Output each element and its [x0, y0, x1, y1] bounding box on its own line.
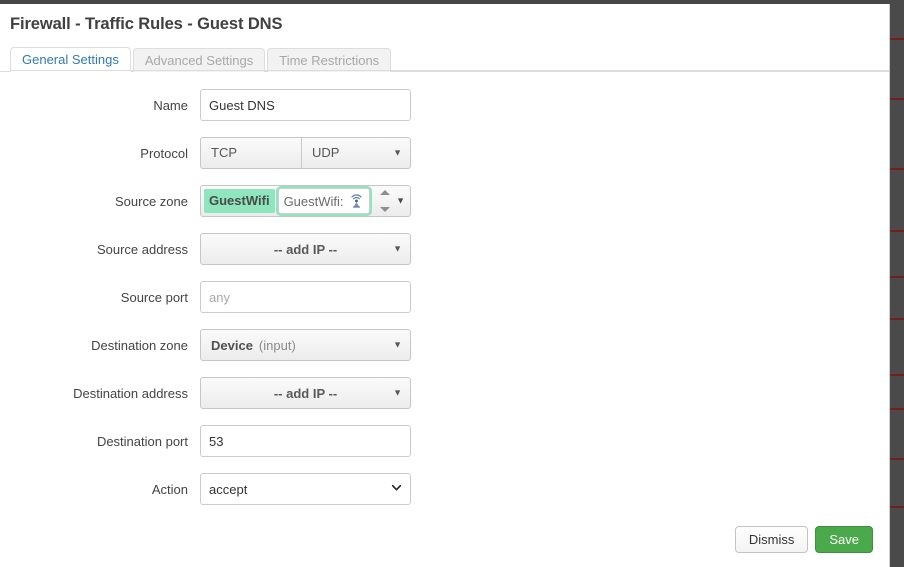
chevron-down-icon: ▼	[393, 387, 402, 398]
action-select[interactable]: acceptdroprejectdon't track	[200, 473, 411, 505]
field-row-source-address: Source address -- add IP -- ▼	[0, 233, 889, 265]
source-address-dropdown[interactable]: -- add IP -- ▼	[200, 233, 411, 265]
chevron-down-icon: ▼	[393, 339, 402, 350]
protocol-value-udp: UDP	[301, 138, 396, 168]
wifi-access-point-icon	[349, 194, 364, 209]
label-action: Action	[151, 481, 188, 497]
label-destination-address: Destination address	[73, 385, 188, 401]
label-source-port: Source port	[120, 289, 188, 305]
page-title: Firewall - Traffic Rules - Guest DNS	[10, 15, 283, 33]
spinner-down-icon	[379, 207, 390, 212]
field-row-source-zone: Source zone GuestWifi GuestWifi: ▼	[0, 185, 889, 217]
destination-port-input[interactable]	[200, 425, 411, 457]
field-row-action: Action acceptdroprejectdon't track	[0, 473, 889, 505]
destination-address-dropdown[interactable]: -- add IP -- ▼	[200, 377, 411, 409]
field-row-source-port: Source port	[0, 281, 889, 313]
source-address-value: -- add IP --	[273, 241, 338, 257]
dialog-footer: Dismiss Save	[734, 526, 873, 553]
spinner-up-icon	[379, 190, 390, 195]
field-row-name: Name	[0, 89, 889, 121]
field-row-destination-port: Destination port	[0, 425, 889, 457]
chevron-down-icon[interactable]: ▼	[396, 196, 405, 206]
label-source-zone: Source zone	[115, 193, 188, 209]
chevron-down-icon: ▼	[393, 147, 402, 158]
label-source-address: Source address	[96, 241, 188, 257]
destination-zone-name: Device	[211, 337, 253, 353]
label-name: Name	[153, 97, 188, 113]
name-input[interactable]	[200, 89, 411, 121]
source-zone-chip: GuestWifi	[204, 189, 275, 213]
protocol-dropdown[interactable]: TCP UDP ▼	[200, 137, 411, 169]
destination-zone-dropdown[interactable]: Device (input) ▼	[200, 329, 411, 361]
source-port-input[interactable]	[200, 281, 411, 313]
source-zone-spinner[interactable]	[379, 190, 390, 212]
tab-advanced-settings[interactable]: Advanced Settings	[132, 48, 266, 72]
field-row-destination-zone: Destination zone Device (input) ▼	[0, 329, 889, 361]
chevron-down-icon: ▼	[393, 243, 402, 254]
field-row-protocol: Protocol TCP UDP ▼	[0, 137, 889, 169]
label-protocol: Protocol	[140, 145, 188, 161]
page-scrollbar-track[interactable]	[890, 0, 904, 567]
label-destination-port: Destination port	[96, 433, 188, 449]
source-zone-inner-label: GuestWifi:	[283, 193, 344, 209]
tab-bar-divider	[10, 70, 889, 71]
general-settings-form: Name Protocol TCP UDP ▼ Source zone Gues…	[0, 72, 889, 505]
tab-general-settings[interactable]: General Settings	[10, 47, 131, 72]
save-button[interactable]: Save	[815, 526, 873, 553]
field-row-destination-address: Destination address -- add IP -- ▼	[0, 377, 889, 409]
tab-bar: General Settings Advanced Settings Time …	[0, 47, 889, 72]
label-destination-zone: Destination zone	[91, 337, 188, 353]
tab-time-restrictions[interactable]: Time Restrictions	[267, 48, 392, 72]
destination-zone-sublabel: (input)	[258, 337, 296, 353]
firewall-rule-dialog: Firewall - Traffic Rules - Guest DNS Gen…	[0, 4, 890, 567]
dismiss-button[interactable]: Dismiss	[734, 526, 809, 553]
source-zone-inner-option[interactable]: GuestWifi:	[277, 188, 370, 214]
destination-address-value: -- add IP --	[273, 385, 338, 401]
source-zone-selector[interactable]: GuestWifi GuestWifi: ▼	[200, 185, 411, 217]
protocol-value-tcp: TCP	[211, 145, 237, 160]
